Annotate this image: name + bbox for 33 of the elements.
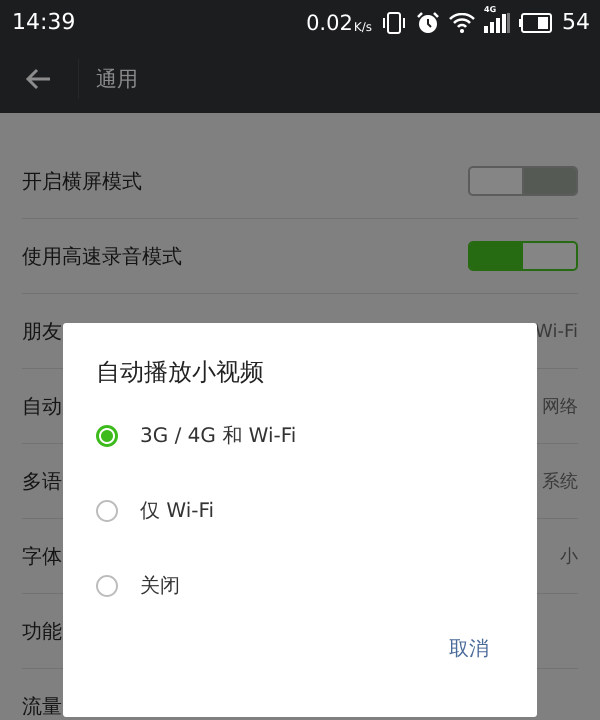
setting-label[interactable]: 功能 <box>22 618 62 644</box>
alarm-clock-icon <box>416 10 440 34</box>
battery-icon <box>519 12 553 32</box>
setting-value: 网络 <box>542 395 578 418</box>
setting-value: 系统 <box>542 470 578 493</box>
setting-label[interactable]: 字体 <box>22 542 62 570</box>
setting-value: 小 <box>560 545 578 568</box>
network-type: 4G <box>484 4 496 14</box>
radio-button[interactable] <box>96 500 118 522</box>
wifi-icon <box>449 12 475 32</box>
option-label[interactable]: 3G / 4G 和 Wi-Fi <box>140 422 296 449</box>
page-title: 通用 <box>96 66 138 93</box>
back-arrow-icon[interactable] <box>25 68 51 90</box>
setting-label[interactable]: 流量 <box>22 692 62 720</box>
dialog-title: 自动播放小视频 <box>96 357 265 388</box>
setting-label[interactable]: 开启横屏模式 <box>22 168 142 194</box>
radio-button[interactable] <box>96 574 118 596</box>
setting-label[interactable]: 使用高速录音模式 <box>22 242 182 270</box>
battery-level: 54 <box>562 10 590 35</box>
vibrate-icon <box>381 12 407 34</box>
network-speed: 0.02 <box>306 10 353 34</box>
toggle-switch[interactable] <box>468 241 578 271</box>
signal-icon <box>484 12 510 32</box>
setting-label[interactable]: 自动 <box>22 392 62 420</box>
option-label[interactable]: 关闭 <box>140 572 180 599</box>
option-label[interactable]: 仅 Wi-Fi <box>140 497 214 524</box>
toggle-switch[interactable] <box>468 166 578 196</box>
speed-unit: K/s <box>354 20 372 34</box>
setting-label[interactable]: 朋友 <box>22 318 62 344</box>
radio-button[interactable] <box>96 424 118 446</box>
clock-time: 14:39 <box>12 10 76 35</box>
cancel-button[interactable]: 取消 <box>441 629 497 668</box>
setting-label[interactable]: 多语 <box>22 468 62 494</box>
